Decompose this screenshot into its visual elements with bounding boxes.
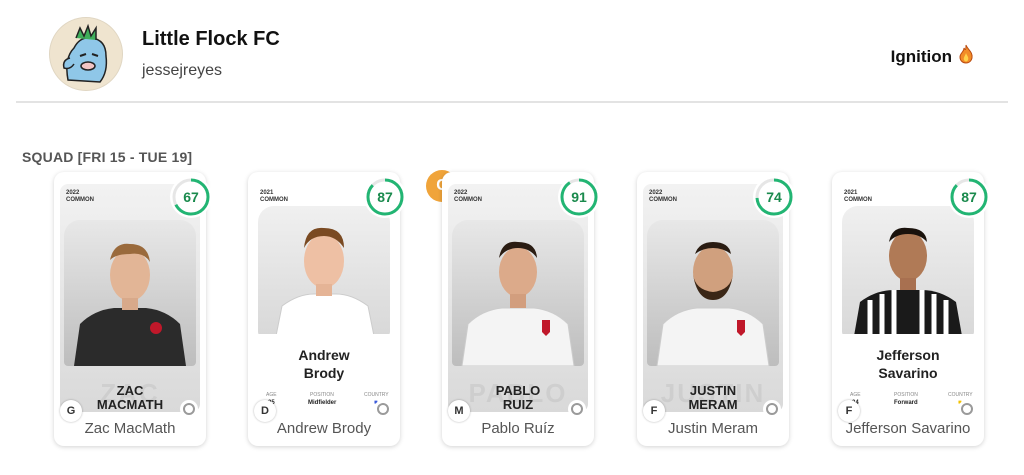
squad-title: SQUAD [FRI 15 - TUE 19]: [22, 149, 193, 165]
player-card[interactable]: 2022 COMMON JUSTIN JUSTIN MERAM 74 F Just…: [637, 172, 795, 446]
card-season: 2022 COMMON: [66, 190, 94, 203]
player-photo: [452, 220, 584, 366]
card-player-name: Andrew Brody: [298, 347, 350, 381]
score-ring: 74: [753, 176, 795, 218]
header-divider: [16, 101, 1008, 103]
card-info: AndrewBrody AGE POSITION COUNTRY 25 Midf…: [254, 334, 394, 412]
score-ring: 91: [558, 176, 600, 218]
position-badge: M: [448, 400, 470, 422]
player-card[interactable]: 2022 COMMON PABLO PABLO RUIZ 91 M Pablo R…: [442, 172, 600, 446]
card-season: 2022 COMMON: [454, 190, 482, 203]
radio-circle-icon[interactable]: [568, 400, 586, 418]
club-name[interactable]: Little Flock FC: [142, 28, 280, 51]
player-score: 91: [571, 189, 587, 205]
player-score: 67: [183, 189, 199, 205]
card-image: 2022 COMMON ZAC ZAC MACMATH: [60, 184, 200, 412]
radio-circle-icon[interactable]: [958, 400, 976, 418]
card-name-first: JUSTIN: [689, 383, 737, 398]
radio-circle-icon[interactable]: [763, 400, 781, 418]
position-badge: G: [60, 400, 82, 422]
card-season: 2021 COMMON: [844, 190, 872, 203]
player-photo: [842, 206, 974, 336]
player-name[interactable]: Andrew Brody: [248, 420, 400, 437]
player-name[interactable]: Pablo Ruíz: [442, 420, 594, 437]
league-name[interactable]: Ignition: [891, 44, 974, 69]
player-score: 74: [766, 189, 782, 205]
player-name[interactable]: Justin Meram: [637, 420, 789, 437]
score-ring: 67: [170, 176, 212, 218]
player-score: 87: [377, 189, 393, 205]
card-image: 2022 COMMON PABLO PABLO RUIZ: [448, 184, 588, 412]
radio-circle-icon[interactable]: [180, 400, 198, 418]
radio-circle-icon[interactable]: [374, 400, 392, 418]
card-info: JeffersonSavarino AGE POSITION COUNTRY 2…: [838, 334, 978, 412]
card-image: 2021COMMON 70 JeffersonSavarino AGE POSI…: [838, 184, 978, 412]
manager-username[interactable]: jessejreyes: [142, 62, 222, 80]
card-image: 2021COMMON 2 AndrewBrody AGE POSITION CO…: [254, 184, 394, 412]
player-card[interactable]: 2022 COMMON ZAC ZAC MACMATH 67 G Zac MacM…: [54, 172, 212, 446]
card-name-first: PABLO: [495, 383, 541, 398]
team-header: Little Flock FC jessejreyes Ignition: [0, 0, 1024, 104]
player-card[interactable]: 2021COMMON 70 JeffersonSavarino AGE POSI…: [832, 172, 990, 446]
position-badge: D: [254, 400, 276, 422]
position-badge: F: [838, 400, 860, 422]
player-card[interactable]: 2021COMMON 2 AndrewBrody AGE POSITION CO…: [248, 172, 406, 446]
score-ring: 87: [948, 176, 990, 218]
score-ring: 87: [364, 176, 406, 218]
card-season: 2021 COMMON: [260, 190, 288, 203]
flame-icon: [958, 44, 974, 69]
player-name[interactable]: Zac MacMath: [54, 420, 206, 437]
team-avatar[interactable]: [50, 18, 122, 90]
card-season: 2022 COMMON: [649, 190, 677, 203]
card-image: 2022 COMMON JUSTIN JUSTIN MERAM: [643, 184, 783, 412]
league-label: Ignition: [890, 46, 952, 66]
card-name-first: ZAC: [116, 383, 144, 398]
player-photo: [647, 220, 779, 366]
player-score: 87: [961, 189, 977, 205]
player-photo: [258, 206, 390, 336]
position-badge: F: [643, 400, 665, 422]
card-player-name: Jefferson Savarino: [876, 347, 940, 381]
player-name[interactable]: Jefferson Savarino: [832, 420, 984, 437]
player-photo: [64, 220, 196, 366]
